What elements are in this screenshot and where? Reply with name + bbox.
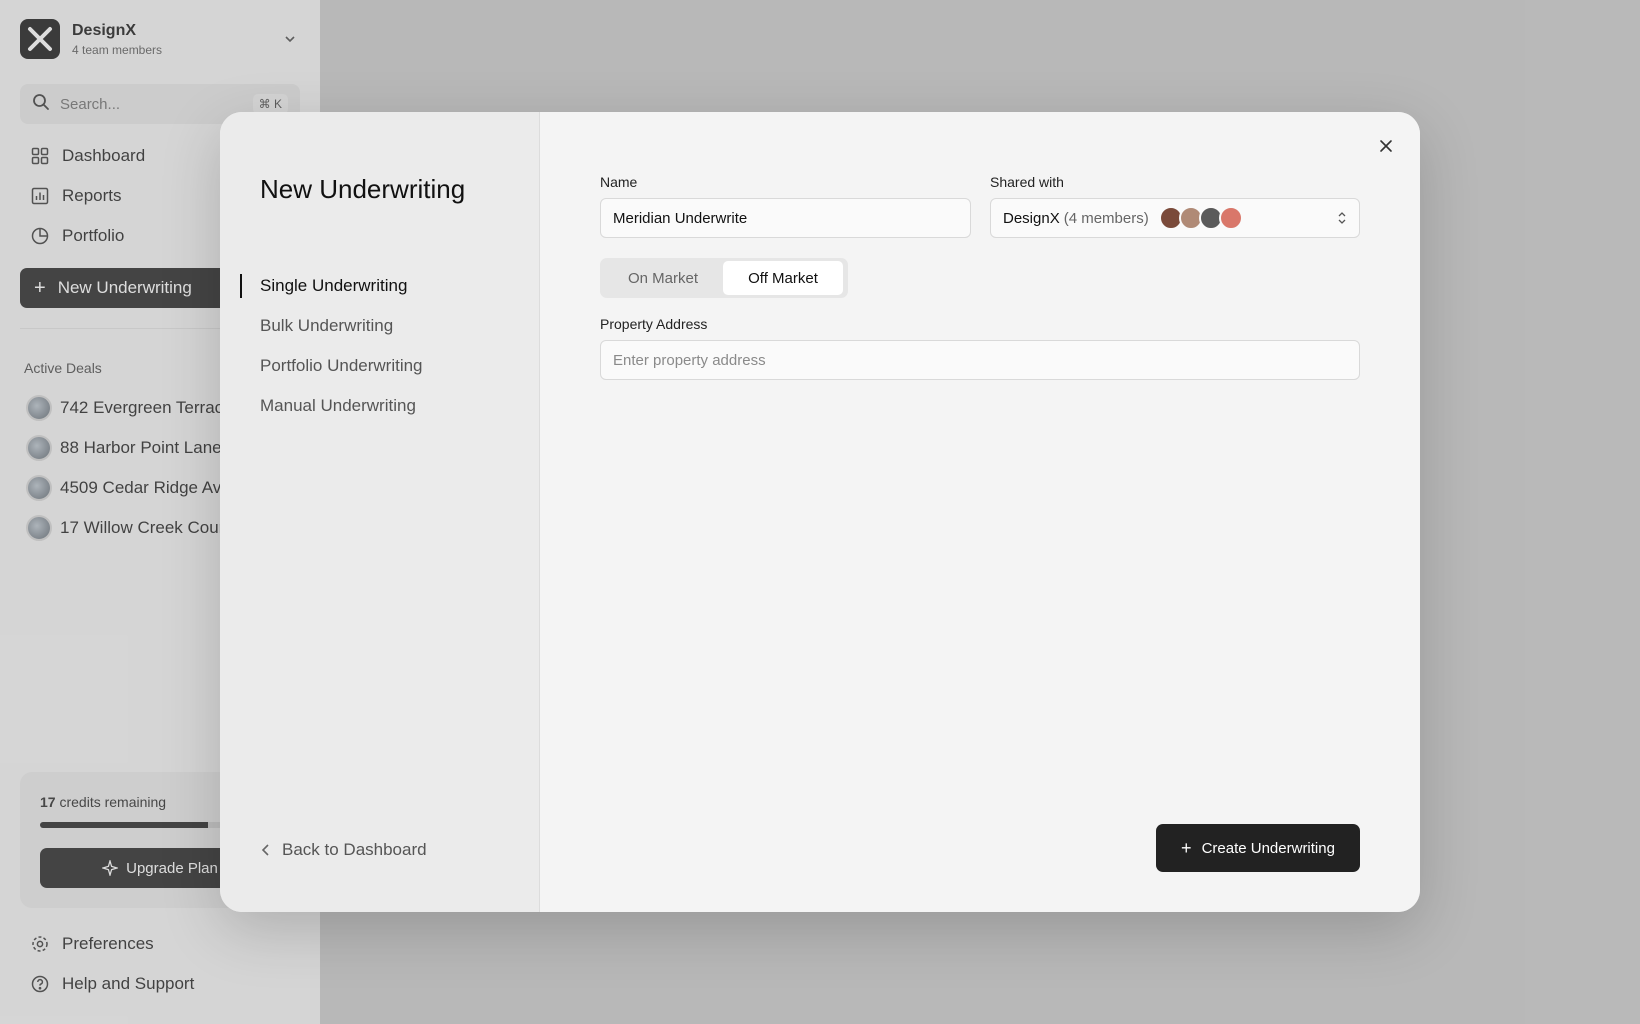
back-to-dashboard-link[interactable]: Back to Dashboard	[260, 840, 427, 860]
modal-content: Name Meridian Underwrite Shared with Des…	[540, 112, 1420, 912]
member-avatars	[1158, 206, 1243, 230]
modal-sidebar: New Underwriting Single Underwriting Bul…	[220, 112, 540, 912]
close-icon[interactable]	[1372, 132, 1400, 160]
create-underwriting-button[interactable]: + Create Underwriting	[1156, 824, 1360, 872]
tab-manual-underwriting[interactable]: Manual Underwriting	[240, 386, 423, 426]
property-address-label: Property Address	[600, 316, 708, 332]
plus-icon: +	[1181, 838, 1192, 858]
tab-single-underwriting[interactable]: Single Underwriting	[240, 266, 423, 306]
shared-with-select[interactable]: DesignX (4 members)	[990, 198, 1360, 238]
avatar	[1218, 206, 1243, 230]
property-address-input[interactable]: Enter property address	[600, 340, 1360, 380]
back-label: Back to Dashboard	[282, 840, 427, 859]
segment-off-market[interactable]: Off Market	[723, 261, 843, 295]
tab-bulk-underwriting[interactable]: Bulk Underwriting	[240, 306, 423, 346]
chevron-left-icon	[260, 843, 272, 857]
modal-title: New Underwriting	[260, 174, 466, 204]
shared-org: DesignX	[1003, 209, 1060, 227]
name-label: Name	[600, 174, 638, 190]
shared-count: (4 members)	[1063, 209, 1149, 227]
market-toggle: On Market Off Market	[600, 258, 848, 298]
shared-with-label: Shared with	[990, 174, 1064, 190]
underwriting-type-nav: Single Underwriting Bulk Underwriting Po…	[240, 266, 423, 426]
segment-on-market[interactable]: On Market	[603, 261, 723, 295]
tab-portfolio-underwriting[interactable]: Portfolio Underwriting	[240, 346, 423, 386]
new-underwriting-modal: New Underwriting Single Underwriting Bul…	[220, 112, 1420, 912]
chevron-updown-icon	[1337, 211, 1347, 225]
name-input[interactable]: Meridian Underwrite	[600, 198, 971, 238]
create-underwriting-label: Create Underwriting	[1201, 839, 1335, 857]
